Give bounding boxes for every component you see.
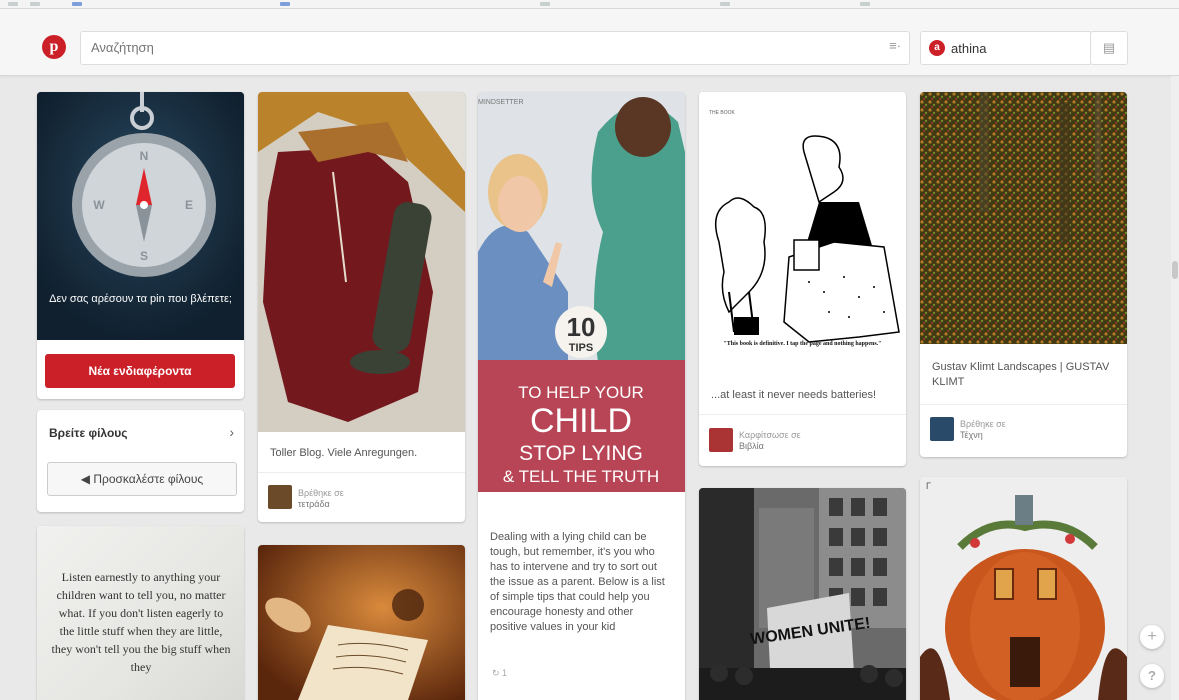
user-profile-button[interactable]: a athina xyxy=(920,31,1092,65)
board-thumbnail[interactable] xyxy=(709,428,733,452)
username: athina xyxy=(951,41,987,56)
search-box[interactable]: ≡· xyxy=(80,31,910,65)
pin-letter[interactable] xyxy=(258,545,465,700)
tips-line3: STOP LYING xyxy=(519,442,643,465)
top-header: p ≡· a athina ▤ xyxy=(0,9,1179,76)
pin-quote[interactable]: Listen earnestly to anything your childr… xyxy=(37,526,244,700)
brand-label: MINDSETTER xyxy=(478,99,524,106)
pin-description: Dealing with a lying child can be tough,… xyxy=(490,531,665,633)
pin-meta: Βρέθηκε σε τετράδα xyxy=(298,488,344,510)
user-badge-icon: a xyxy=(929,40,945,56)
repin-count: ↻ 1 xyxy=(492,668,508,678)
pinterest-logo[interactable]: p xyxy=(42,35,66,59)
pin-description: ...at least it never needs batteries! xyxy=(711,389,877,401)
pin-klimt[interactable]: Gustav Klimt Landscapes | GUSTAV KLIMT Β… xyxy=(920,92,1127,457)
pin-meta-line1: Καρφίτσωσε σε xyxy=(739,430,801,440)
chevron-right-icon[interactable]: › xyxy=(229,424,234,440)
pumpkin-photo: Γ xyxy=(920,477,1127,700)
cartoon-illustration: THE BOOK xyxy=(699,92,906,374)
pin-label: Γ xyxy=(926,481,931,491)
pin-protest[interactable]: WOMEN UNITE! xyxy=(699,488,906,700)
scrollbar[interactable] xyxy=(1171,76,1179,700)
svg-text:THE BOOK: THE BOOK xyxy=(709,110,736,116)
pin-dress[interactable]: Toller Blog. Viele Anregungen. Βρέθηκε σ… xyxy=(258,92,465,522)
messages-icon[interactable]: ▤ xyxy=(1090,31,1128,65)
category-menu-icon[interactable]: ≡· xyxy=(889,38,901,53)
pin-parenting-tips[interactable]: MINDSETTER 10 TIPS TO HELP YOUR CHILD ST… xyxy=(478,92,685,700)
new-interests-button[interactable]: Νέα ενδιαφέροντα xyxy=(45,354,235,388)
pin-description: Gustav Klimt Landscapes | GUSTAV KLIMT xyxy=(932,361,1110,388)
letter-photo xyxy=(258,545,465,700)
pin-cartoon[interactable]: THE BOOK "This book is definitive. I tap… xyxy=(699,92,906,466)
tips-line1: TO HELP YOUR xyxy=(518,383,644,402)
add-pin-button[interactable]: + xyxy=(1140,625,1164,649)
pin-meta-line1: Βρέθηκε σε xyxy=(960,419,1006,429)
pin-description: Toller Blog. Viele Anregungen. xyxy=(270,447,418,459)
compass-letter-s: S xyxy=(140,249,148,263)
tips-number: 10 xyxy=(567,312,596,342)
pin-meta: Βρέθηκε σε Τέχνη xyxy=(960,419,1006,441)
cartoon-caption: "This book is definitive. I tap the page… xyxy=(723,341,882,347)
pin-meta: Καρφίτσωσε σε Βιβλία xyxy=(739,430,801,452)
browser-bookmarks-strip xyxy=(0,0,1179,9)
klimt-painting xyxy=(920,92,1127,344)
compass-letter-w: W xyxy=(93,198,105,212)
onboarding-question: Δεν σας αρέσουν τα pin που βλέπετε; xyxy=(49,293,232,305)
compass-letter-e: E xyxy=(185,198,193,212)
onboarding-card: N E S W Δεν σας αρέσουν τα pin που βλέπε… xyxy=(37,92,244,399)
protest-photo: WOMEN UNITE! xyxy=(699,488,906,700)
board-thumbnail[interactable] xyxy=(930,417,954,441)
pin-meta-line2[interactable]: τετράδα xyxy=(298,499,344,510)
compass-letter-n: N xyxy=(140,149,149,163)
tips-line2: CHILD xyxy=(530,402,632,440)
invite-friends-button[interactable]: ◀ Προσκαλέστε φίλους xyxy=(47,462,237,496)
pin-meta-line1: Βρέθηκε σε xyxy=(298,488,344,498)
tips-label: TIPS xyxy=(569,342,593,354)
pin-meta-line2[interactable]: Τέχνη xyxy=(960,430,1006,441)
pin-meta-line2[interactable]: Βιβλία xyxy=(739,441,801,452)
search-input[interactable] xyxy=(81,32,861,62)
pin-pumpkin[interactable]: Γ xyxy=(920,477,1127,700)
quote-text: Listen earnestly to anything your childr… xyxy=(51,570,231,674)
scrollbar-thumb[interactable] xyxy=(1172,261,1178,279)
board-thumbnail[interactable] xyxy=(268,485,292,509)
friends-card: Βρείτε φίλους › ◀ Προσκαλέστε φίλους xyxy=(37,410,244,512)
help-button[interactable]: ? xyxy=(1140,664,1164,688)
find-friends-link[interactable]: Βρείτε φίλους xyxy=(49,426,128,440)
tips-line4: & TELL THE TRUTH xyxy=(503,467,659,486)
dress-photo xyxy=(258,92,465,432)
tips-photo: MINDSETTER 10 TIPS TO HELP YOUR CHILD ST… xyxy=(478,92,685,492)
